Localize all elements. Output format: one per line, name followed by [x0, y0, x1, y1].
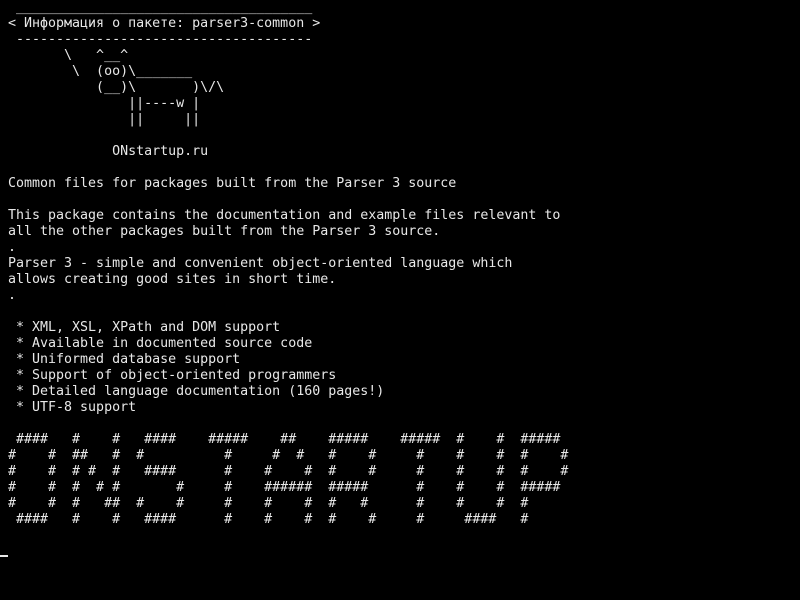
package-summary: Common files for packages built from the…: [8, 176, 457, 191]
cowsay-top-border: _____________________________________: [8, 0, 313, 15]
feature-list-item: * Available in documented source code: [8, 336, 313, 351]
package-description-line: This package contains the documentation …: [8, 208, 561, 223]
banner-art-line: # # ## # # # # # # # # # # # #: [8, 448, 569, 463]
feature-list-item: * UTF-8 support: [8, 400, 137, 415]
cowsay-message: < Информация о пакете: parser3-common >: [8, 16, 321, 31]
paragraph-separator: .: [8, 240, 17, 255]
cow-art-line: ||----w |: [8, 96, 201, 111]
package-description-line: Parser 3 - simple and convenient object-…: [8, 256, 513, 271]
feature-list-item: * Support of object-oriented programmers: [8, 368, 337, 383]
text-cursor: [0, 555, 8, 557]
banner-art-line: # # # # # # # ###### ##### # # # #####: [8, 480, 561, 495]
banner-art-line: #### # # #### ##### ## ##### ##### # # #…: [8, 432, 561, 447]
cow-art-line: || ||: [8, 112, 201, 127]
package-description-line: allows creating good sites in short time…: [8, 272, 337, 287]
banner-art-line: #### # # #### # # # # # # #### #: [8, 512, 529, 527]
feature-list-item: * Detailed language documentation (160 p…: [8, 384, 385, 399]
cow-art-line: \ ^__^: [8, 48, 129, 63]
site-name: ONstartup.ru: [8, 144, 209, 159]
paragraph-separator: .: [8, 288, 17, 303]
feature-list-item: * Uniformed database support: [8, 352, 241, 367]
cow-art-line: \ (oo)\_______: [8, 64, 193, 79]
cowsay-bottom-border: -------------------------------------: [8, 32, 313, 47]
banner-art-line: # # # ## # # # # # # # # # # #: [8, 496, 529, 511]
banner-art-line: # # # # # #### # # # # # # # # # #: [8, 464, 569, 479]
package-description-line: all the other packages built from the Pa…: [8, 224, 441, 239]
feature-list-item: * XML, XSL, XPath and DOM support: [8, 320, 281, 335]
cow-art-line: (__)\ )\/\: [8, 80, 225, 95]
terminal-screen[interactable]: _____________________________________ < …: [0, 0, 800, 600]
